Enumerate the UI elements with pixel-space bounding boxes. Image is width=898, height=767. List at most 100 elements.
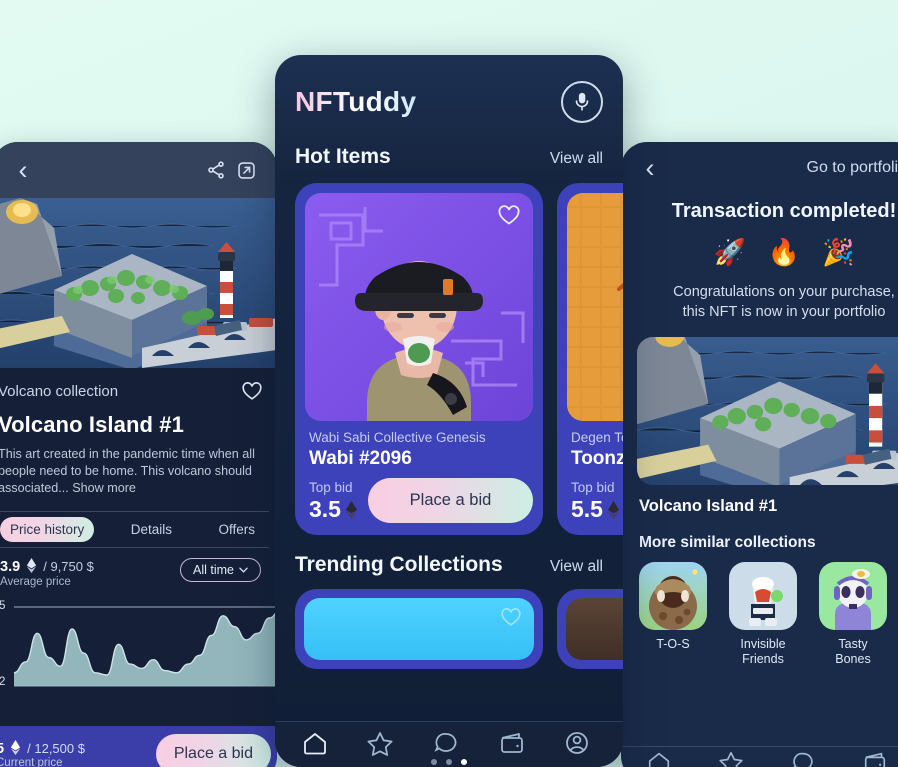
collection-label: T-O-S (656, 636, 690, 651)
success-topbar: ‹ Go to portfolio (621, 142, 898, 194)
heart-outline-icon[interactable] (500, 606, 522, 633)
purchased-nft-name: Volcano Island #1 (639, 496, 778, 515)
purchased-nft-image (637, 336, 898, 485)
trending-card[interactable] (557, 589, 623, 669)
average-price-caption: Average price (0, 576, 71, 589)
nft-card-artwork (305, 193, 533, 421)
chat-icon[interactable] (789, 749, 825, 767)
ethereum-icon (10, 739, 21, 755)
party-popper-icon: 🎉 (822, 237, 855, 267)
celebration-emojis: 🚀 🔥 🎉 (621, 237, 898, 268)
place-a-bid-button[interactable]: Place a bid (155, 734, 271, 767)
page-dot[interactable] (430, 758, 437, 765)
trending-rail[interactable] (275, 577, 623, 669)
current-price-value: 5 / 12,500 $ (0, 739, 85, 757)
current-eth: 5 (0, 740, 5, 757)
collection-avatar (729, 561, 797, 630)
current-price-caption: Current price (0, 756, 63, 767)
page-dot-active[interactable] (460, 758, 467, 765)
home-icon[interactable] (645, 749, 681, 767)
trending-card-artwork (566, 598, 623, 660)
collection-item[interactable]: T-O-S (639, 561, 707, 667)
y-tick-5: 5 (0, 600, 6, 613)
wallet-icon[interactable] (497, 729, 533, 761)
chat-icon[interactable] (430, 729, 467, 765)
trending-card[interactable] (295, 589, 543, 669)
ethereum-icon (27, 558, 37, 574)
profile-icon[interactable] (562, 729, 598, 761)
average-price-block: 3.9 / 9,750 $ Average price (0, 558, 94, 588)
collection-label: Invisible Friends (740, 636, 786, 666)
trending-header: Trending Collections View all (275, 535, 623, 577)
app-title: NFTuddy (295, 86, 417, 117)
current-price-block: 5 / 12,500 $ Current price (0, 739, 85, 767)
home-icon[interactable] (300, 729, 336, 761)
top-bid-value: 3.5 (309, 496, 358, 523)
collection-avatar (819, 561, 887, 630)
back-chevron-glyph: ‹ (645, 152, 655, 183)
congrats-line-1: Congratulations on your purchase, (673, 284, 895, 300)
external-link-icon[interactable] (231, 155, 261, 185)
collection-item[interactable]: Tasty Bones (819, 561, 887, 667)
top-bid-label: Top bid (571, 480, 615, 495)
average-eth: 3.9 (0, 559, 21, 576)
page-dot[interactable] (445, 758, 452, 765)
congratulations-text: Congratulations on your purchase, this N… (621, 282, 898, 323)
tab-details[interactable]: Details (121, 517, 182, 542)
time-range-label: All time (193, 563, 234, 578)
chevron-down-icon (239, 567, 248, 574)
home-header: NFTuddy (275, 55, 623, 123)
nft-description[interactable]: This art created in the pandemic time wh… (0, 446, 267, 497)
tab-offers[interactable]: Offers (208, 517, 265, 542)
home-screen: NFTuddy Hot Items View all Wabi Sabi Col… (275, 55, 623, 767)
bottom-navigation (275, 721, 623, 767)
success-title: Transaction completed! (671, 200, 897, 222)
back-chevron-icon[interactable]: ‹ (8, 155, 38, 185)
tab-price-history[interactable]: Price history (0, 517, 95, 543)
top-bid-number: 5.5 (571, 496, 603, 522)
nft-card-bid-block: Top bid 3.5 (309, 480, 358, 523)
hot-items-rail[interactable]: Wabi Sabi Collective Genesis Wabi #2096 … (275, 169, 623, 535)
average-price-row: 3.9 / 9,750 $ Average price All time (0, 548, 269, 592)
price-history-chart: 5 2 (0, 598, 277, 702)
nft-card-name: Toonz # (571, 448, 623, 469)
similar-collections-rail: T-O-S Invisible Friends Tasty Bones (621, 552, 898, 667)
top-bid-number: 3.5 (309, 496, 341, 522)
bottom-navigation (621, 746, 898, 767)
congrats-line-2: this NFT is now in your portfolio (682, 304, 886, 321)
chart-svg (13, 606, 277, 687)
nft-card-artwork (567, 193, 623, 421)
star-icon[interactable] (717, 749, 753, 767)
current-usd: / 12,500 $ (27, 740, 85, 756)
wallet-icon[interactable] (861, 749, 897, 767)
nft-card[interactable]: Wabi Sabi Collective Genesis Wabi #2096 … (295, 183, 543, 535)
hot-items-view-all[interactable]: View all (550, 150, 603, 168)
star-icon[interactable] (365, 729, 401, 761)
rocket-icon: 🚀 (713, 237, 746, 267)
detail-footer: 5 / 12,500 $ Current price Place a bid (0, 726, 277, 767)
collection-item[interactable]: Invisible Friends (729, 561, 797, 667)
heart-outline-icon[interactable] (241, 380, 263, 402)
detail-topbar: ‹ (0, 142, 277, 198)
average-price-value: 3.9 / 9,750 $ (0, 558, 94, 575)
page-title: Volcano Island #1 (0, 412, 184, 437)
go-to-portfolio-link[interactable]: Go to portfolio (807, 159, 898, 177)
average-usd: / 9,750 $ (43, 559, 94, 575)
back-chevron-icon[interactable]: ‹ (635, 153, 665, 183)
microphone-icon[interactable] (561, 81, 603, 123)
nft-detail-screen: ‹ Volcano collection Volcano Island #1 T… (0, 142, 277, 767)
hot-items-title: Hot Items (295, 145, 391, 168)
nft-card-bid-row: Top bid 3.5 Place a bid (309, 478, 533, 523)
place-a-bid-button[interactable]: Place a bid (367, 478, 533, 523)
heart-outline-icon[interactable] (497, 203, 521, 232)
ethereum-icon (607, 500, 620, 519)
hot-items-header: Hot Items View all (275, 123, 623, 169)
time-range-selector[interactable]: All time (180, 558, 261, 583)
top-bid-label: Top bid (309, 480, 353, 495)
ethereum-icon (345, 500, 358, 519)
share-icon[interactable] (201, 155, 231, 185)
nft-card[interactable]: Degen Toonz Toonz # Top bid 5.5 Place a … (557, 183, 623, 535)
detail-body: Volcano collection Volcano Island #1 Thi… (0, 368, 277, 702)
detail-tabs: Price history Details Offers (0, 511, 269, 549)
trending-view-all[interactable]: View all (550, 558, 603, 576)
